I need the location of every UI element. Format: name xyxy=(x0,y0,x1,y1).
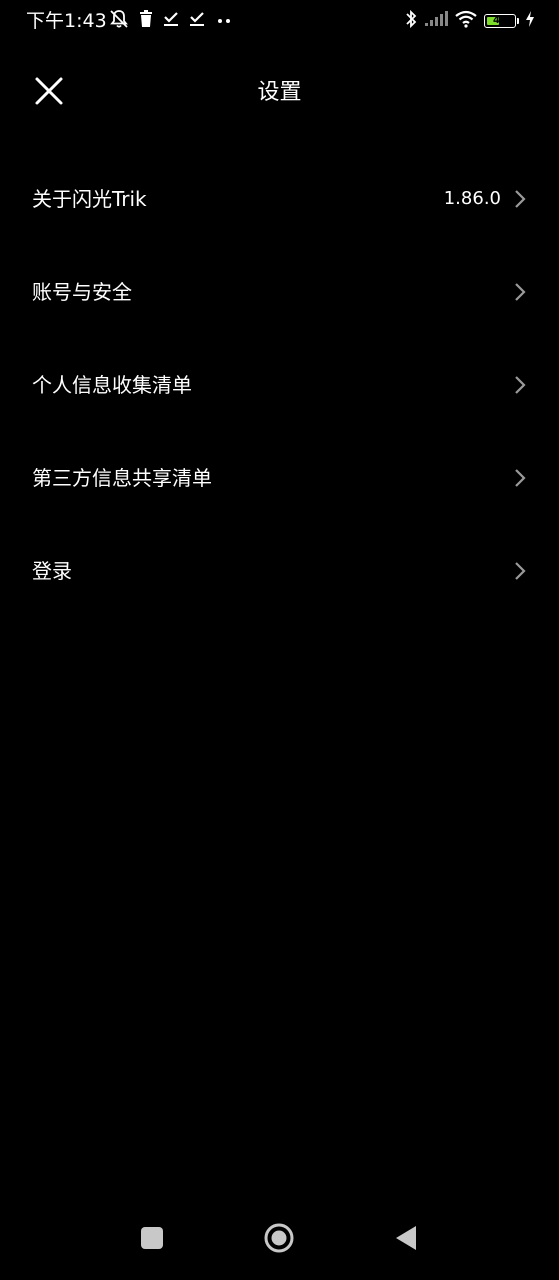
chevron-right-icon xyxy=(513,188,527,210)
battery-tip xyxy=(517,18,519,24)
back-button[interactable] xyxy=(388,1222,424,1258)
settings-item-label: 登录 xyxy=(32,558,72,583)
settings-item-label: 第三方信息共享清单 xyxy=(32,465,212,490)
more-dots-icon xyxy=(214,12,234,31)
settings-item-about[interactable]: 关于闪光Trik 1.86.0 xyxy=(0,152,559,245)
navigation-bar xyxy=(0,1200,559,1280)
settings-item-label: 账号与安全 xyxy=(32,279,132,304)
page-title: 设置 xyxy=(257,80,302,105)
bluetooth-icon xyxy=(404,9,418,33)
signal-icon xyxy=(424,11,448,31)
battery-level: 43 xyxy=(493,15,507,26)
settings-item-label: 个人信息收集清单 xyxy=(32,372,192,397)
settings-item-login[interactable]: 登录 xyxy=(0,524,559,617)
chevron-right-icon xyxy=(513,374,527,396)
notification-icons xyxy=(108,10,234,32)
settings-list: 关于闪光Trik 1.86.0 账号与安全 个人信息收集清单 第三方信息共享清单… xyxy=(0,152,559,617)
trash-icon xyxy=(138,10,154,32)
wifi-icon xyxy=(454,10,478,32)
settings-item-personal-info-list[interactable]: 个人信息收集清单 xyxy=(0,338,559,431)
battery-icon: 43 xyxy=(484,14,516,28)
recent-apps-button[interactable] xyxy=(134,1222,170,1258)
charging-icon xyxy=(525,11,535,31)
header: 设置 xyxy=(0,56,559,130)
settings-item-third-party-sharing-list[interactable]: 第三方信息共享清单 xyxy=(0,431,559,524)
chevron-right-icon xyxy=(513,281,527,303)
settings-item-label: 关于闪光Trik xyxy=(32,186,147,211)
status-bar: 下午1:43 43 xyxy=(0,0,559,42)
recent-apps-icon xyxy=(140,1226,164,1254)
check-icon xyxy=(162,11,180,31)
back-icon xyxy=(394,1225,418,1255)
status-time: 下午1:43 xyxy=(26,10,107,32)
check-icon xyxy=(188,11,206,31)
home-button[interactable] xyxy=(261,1222,297,1258)
settings-item-account-security[interactable]: 账号与安全 xyxy=(0,245,559,338)
version-value: 1.86.0 xyxy=(443,187,501,209)
home-icon xyxy=(263,1222,295,1258)
mute-bell-icon xyxy=(108,9,130,33)
chevron-right-icon xyxy=(513,560,527,582)
chevron-right-icon xyxy=(513,467,527,489)
system-icons: 43 xyxy=(404,9,535,33)
